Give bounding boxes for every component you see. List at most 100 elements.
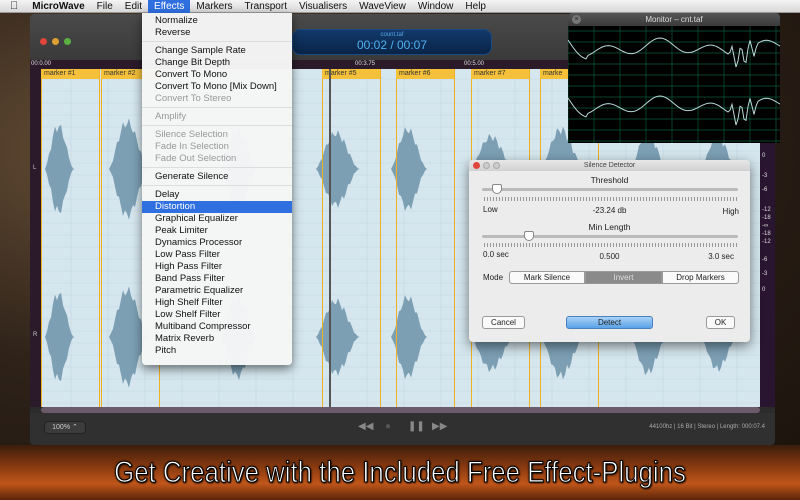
menu-item-reverse[interactable]: Reverse — [142, 27, 292, 39]
menu-separator — [142, 41, 292, 42]
menu-item-low-shelf-filter[interactable]: Low Shelf Filter — [142, 309, 292, 321]
threshold-value: -23.24 db — [592, 206, 627, 215]
menu-item-normalize[interactable]: Normalize — [142, 15, 292, 27]
threshold-slider-thumb[interactable] — [491, 184, 502, 194]
time-display: count.taf 00:02 / 00:07 — [292, 29, 492, 55]
minimize-button[interactable] — [52, 38, 59, 45]
menu-file[interactable]: File — [91, 0, 119, 13]
menu-item-low-pass-filter[interactable]: Low Pass Filter — [142, 249, 292, 261]
marker-line — [396, 69, 397, 407]
menu-markers[interactable]: Markers — [190, 0, 238, 13]
menu-separator — [142, 107, 292, 108]
scope-trace — [568, 95, 780, 126]
marker-label[interactable]: marker #6 — [396, 69, 454, 79]
menu-item-distortion[interactable]: Distortion — [142, 201, 292, 213]
meter-tick: -3 — [762, 173, 768, 179]
threshold-high-label: High — [722, 207, 739, 216]
menu-item-band-pass-filter[interactable]: Band Pass Filter — [142, 273, 292, 285]
menu-app[interactable]: MicroWave — [26, 0, 90, 13]
menu-item-fade-in-selection: Fade In Selection — [155, 141, 229, 152]
mode-mark-silence[interactable]: Mark Silence — [509, 271, 585, 284]
mode-invert[interactable]: Invert — [585, 271, 662, 284]
close-button[interactable] — [40, 38, 47, 45]
menu-item-delay[interactable]: Delay — [142, 189, 292, 201]
marker-label[interactable]: marker #1 — [41, 69, 99, 79]
apple-icon[interactable]:  — [0, 0, 26, 12]
menu-effects[interactable]: Effects — [148, 0, 191, 13]
channel-labels: L R — [30, 69, 41, 407]
mode-drop-markers[interactable]: Drop Markers — [662, 271, 739, 284]
menu-edit[interactable]: Edit — [119, 0, 148, 13]
menu-waveview[interactable]: WaveView — [353, 0, 412, 13]
menu-item-matrix-reverb[interactable]: Matrix Reverb — [142, 333, 292, 345]
menu-item-peak-limiter[interactable]: Peak Limiter — [142, 225, 292, 237]
meter-tick: -12 — [762, 207, 771, 213]
oscilloscope — [568, 26, 780, 143]
menu-item-high-shelf-filter[interactable]: High Shelf Filter — [142, 297, 292, 309]
fast-forward-icon[interactable]: ▶▶ — [432, 421, 447, 432]
min-length-ticks — [484, 243, 737, 247]
menu-separator — [142, 125, 292, 126]
ruler-label: 00:5.00 — [464, 61, 485, 67]
menu-item-change-sample-rate[interactable]: Change Sample Rate — [142, 45, 292, 57]
menu-bar:  MicroWave File Edit Effects Markers Tr… — [0, 0, 800, 13]
meter-tick: -12 — [762, 239, 771, 245]
menu-item-silence-selection: Silence Selection — [155, 129, 228, 140]
zoom-button[interactable] — [64, 38, 71, 45]
menu-help[interactable]: Help — [459, 0, 492, 13]
threshold-ticks — [484, 197, 737, 201]
silence-detector-dialog: Silence Detector Threshold Low -23.24 db… — [469, 160, 750, 342]
close-icon[interactable]: × — [572, 15, 581, 24]
cancel-button[interactable]: Cancel — [482, 316, 525, 329]
threshold-slider[interactable] — [482, 188, 738, 191]
rewind-icon[interactable]: ◀◀ — [358, 421, 373, 432]
min-length-slider[interactable] — [482, 235, 738, 238]
menu-item-parametric-equalizer[interactable]: Parametric Equalizer — [142, 285, 292, 297]
menu-item-change-bit-depth[interactable]: Change Bit Depth — [142, 57, 292, 69]
menu-item-generate-silence[interactable]: Generate Silence — [142, 171, 292, 183]
menu-item-convert-to-mono-mix-down[interactable]: Convert To Mono [Mix Down] — [142, 81, 292, 93]
time-readout: 00:02 / 00:07 — [356, 38, 428, 52]
close-icon[interactable] — [473, 162, 480, 169]
record-icon[interactable]: ● — [385, 421, 391, 432]
meter-tick: -6 — [762, 257, 768, 263]
menu-window[interactable]: Window — [412, 0, 460, 13]
meter-tick: -3 — [762, 271, 768, 277]
meter-tick: -18 — [762, 215, 771, 221]
waveform-segment — [391, 295, 441, 379]
zoom-icon — [493, 162, 500, 169]
marker-end-line — [454, 69, 455, 407]
min-length-label: Min Length — [588, 222, 631, 232]
menu-item-multiband-compressor[interactable]: Multiband Compressor — [142, 321, 292, 333]
channel-left-label: L — [33, 165, 37, 171]
zoom-stepper[interactable]: 100% ⌃ — [44, 421, 86, 434]
menu-item-pitch[interactable]: Pitch — [142, 345, 292, 357]
waveform-segment — [45, 292, 85, 382]
scope-trace — [568, 37, 780, 68]
effects-menu: Normalize Reverse Change Sample Rate Change… — [142, 13, 292, 365]
waveform-segment — [391, 127, 441, 211]
menu-separator — [142, 167, 292, 168]
playhead[interactable] — [329, 69, 331, 407]
dialog-title: Silence Detector — [583, 162, 636, 169]
menu-item-graphical-equalizer[interactable]: Graphical Equalizer — [142, 213, 292, 225]
ok-button[interactable]: OK — [706, 316, 735, 329]
ruler-label: 00:3.75 — [355, 61, 376, 67]
min-length-slider-thumb[interactable] — [523, 231, 534, 241]
menu-item-dynamics-processor[interactable]: Dynamics Processor — [142, 237, 292, 249]
menu-item-convert-to-mono[interactable]: Convert To Mono — [142, 69, 292, 81]
menu-visualisers[interactable]: Visualisers — [293, 0, 353, 13]
marker-line — [41, 69, 42, 407]
pause-icon[interactable]: ❚❚ — [408, 421, 425, 432]
promo-caption: Get Creative with the Included Free Effe… — [114, 456, 687, 490]
marker-end-line — [380, 69, 381, 407]
meter-tick: -6 — [762, 187, 768, 193]
menu-item-high-pass-filter[interactable]: High Pass Filter — [142, 261, 292, 273]
audio-info: 44100hz | 16 Bit | Stereo | Length: 000:… — [649, 424, 765, 430]
marker-label[interactable]: marker #7 — [471, 69, 529, 79]
mode-label: Mode — [483, 273, 504, 282]
menu-transport[interactable]: Transport — [239, 0, 293, 13]
monitor-window: × Monitor – cnt.taf — [568, 13, 780, 143]
detect-button[interactable]: Detect — [566, 316, 653, 329]
threshold-label: Threshold — [590, 175, 629, 185]
